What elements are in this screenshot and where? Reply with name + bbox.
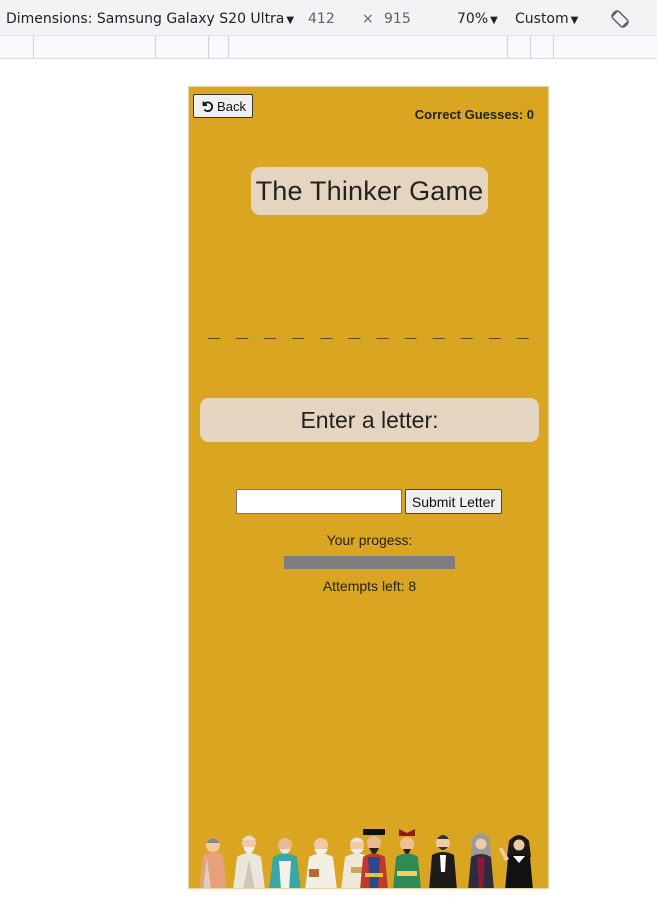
letter-prompt-text: Enter a letter:: [300, 406, 439, 433]
correct-guesses-counter: Correct Guesses: 0: [414, 107, 534, 122]
philosopher-figure: [269, 838, 301, 888]
progress-label: Your progess:: [326, 532, 413, 548]
back-label: Back: [217, 98, 246, 114]
progress-bar: [284, 556, 455, 569]
game-title-text: The Thinker Game: [255, 175, 484, 206]
chevron-down-icon: ▼: [286, 15, 295, 26]
game-title: The Thinker Game: [251, 167, 488, 215]
throttle-select[interactable]: Custom ▼: [515, 11, 578, 27]
device-viewport: Back Correct Guesses: 0 The Thinker Game…: [188, 86, 549, 889]
width-input[interactable]: 412: [308, 11, 335, 27]
philosopher-figure: [233, 835, 265, 888]
rotate-icon[interactable]: [609, 8, 631, 30]
undo-icon: [202, 101, 214, 112]
philosopher-figure: [429, 835, 457, 888]
media-query-ruler: [0, 36, 657, 59]
chevron-down-icon: ▼: [490, 15, 498, 26]
philosopher-figure: [499, 835, 533, 888]
philosophers-illustration: [199, 829, 533, 888]
philosopher-figure: [468, 833, 494, 888]
hidden-word: _ _ _ _ _ _ _ _ _ _ _ _: [208, 315, 531, 339]
dimensions-label: Dimensions: Samsung Galaxy S20 Ultra: [6, 11, 285, 27]
zoom-select[interactable]: 70% ▼: [457, 11, 498, 27]
letter-prompt: Enter a letter:: [200, 398, 539, 442]
submit-letter-button[interactable]: Submit Letter: [405, 489, 502, 514]
philosopher-figure: [360, 829, 388, 888]
device-select[interactable]: Dimensions: Samsung Galaxy S20 Ultra ▼: [6, 11, 294, 27]
philosopher-figure: [305, 838, 337, 888]
chevron-down-icon: ▼: [570, 15, 579, 26]
throttle-value: Custom: [515, 11, 569, 27]
back-button[interactable]: Back: [193, 94, 253, 118]
times-separator: ×: [362, 11, 374, 27]
devtools-toolbar: Dimensions: Samsung Galaxy S20 Ultra ▼ 41…: [0, 0, 657, 36]
philosopher-figure: [393, 829, 421, 888]
letter-input[interactable]: [236, 489, 402, 514]
attempts-left: Attempts left: 8: [322, 578, 417, 594]
philosopher-figure: [199, 838, 227, 888]
height-input[interactable]: 915: [384, 11, 411, 27]
zoom-value: 70%: [457, 11, 489, 27]
